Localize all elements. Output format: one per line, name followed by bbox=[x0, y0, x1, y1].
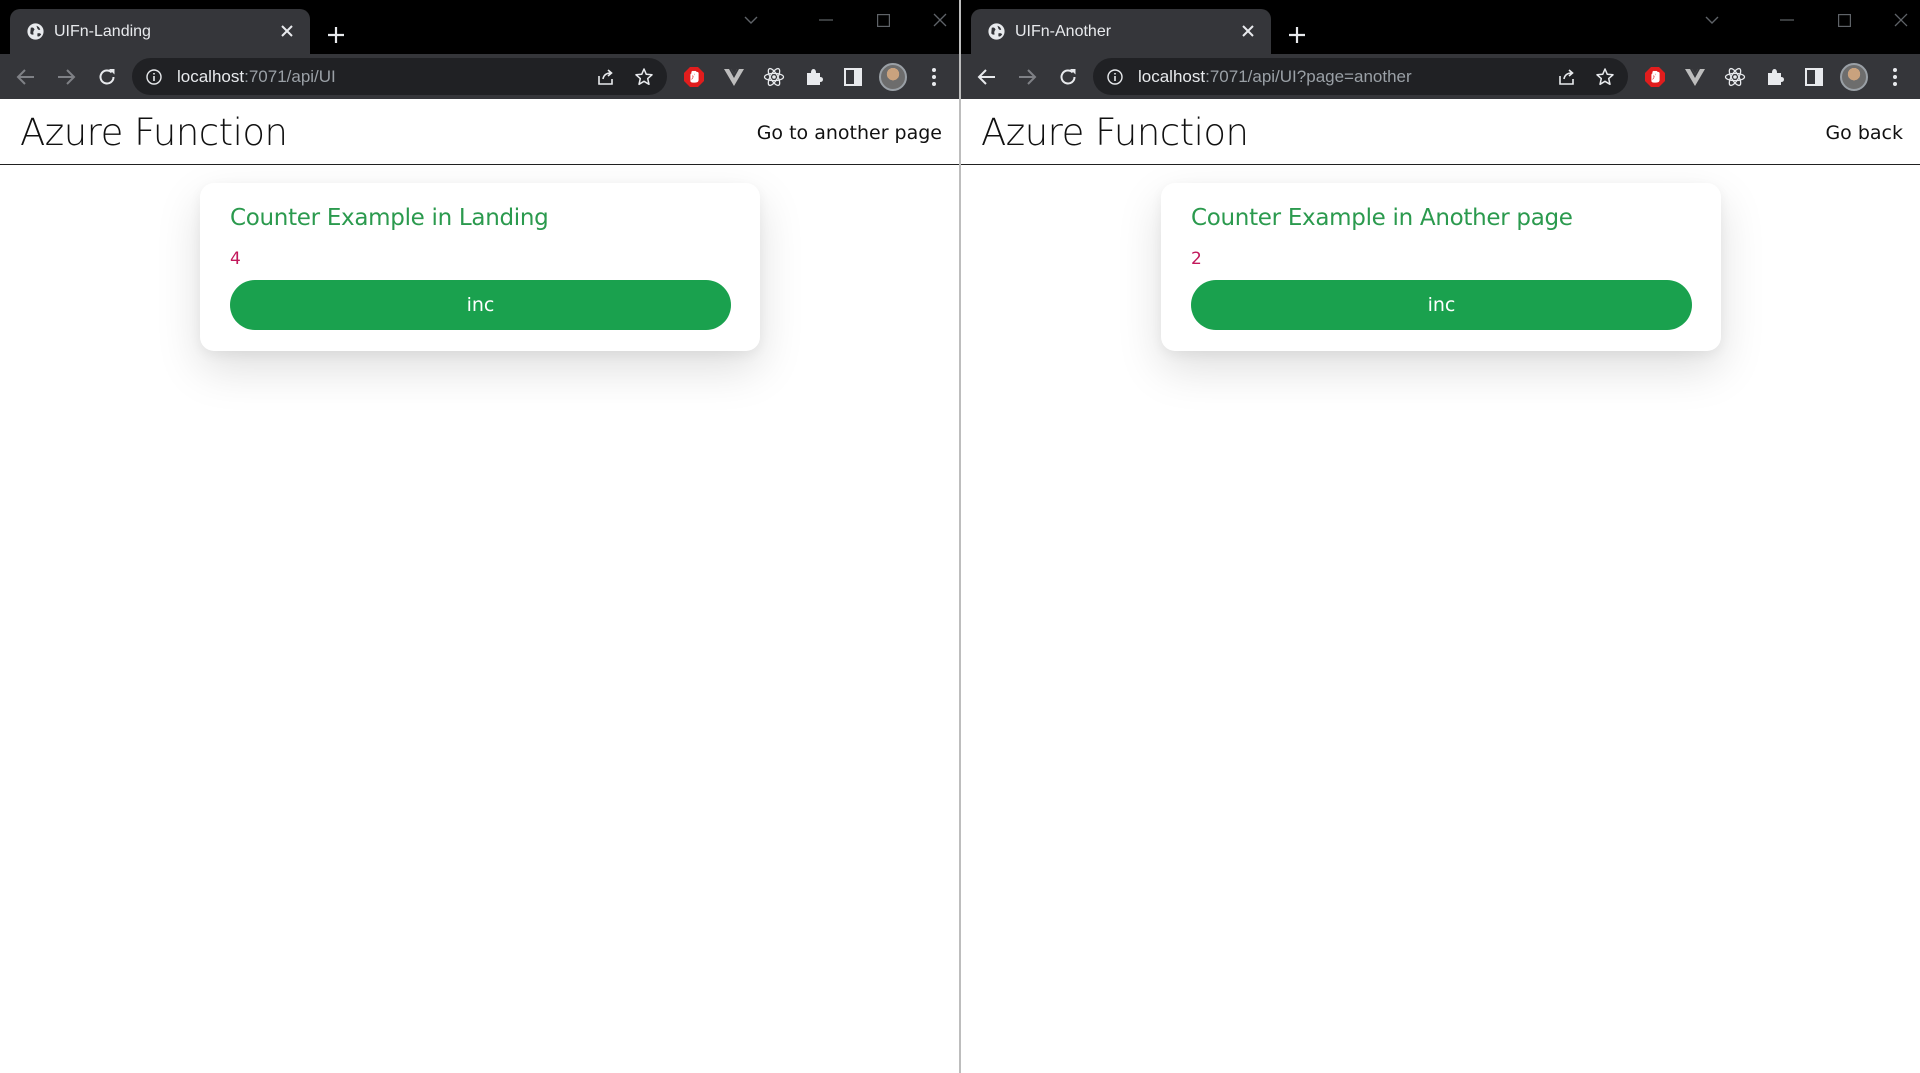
adblock-icon[interactable] bbox=[682, 65, 706, 89]
address-bar[interactable]: localhost:7071/api/UI?page=another bbox=[1093, 58, 1628, 95]
react-devtools-icon[interactable] bbox=[762, 65, 786, 89]
forward-icon[interactable] bbox=[1014, 64, 1040, 90]
inc-button[interactable]: inc bbox=[230, 280, 731, 330]
url-host: localhost bbox=[1138, 67, 1206, 86]
back-icon[interactable] bbox=[13, 64, 39, 90]
window-controls bbox=[1700, 0, 1920, 40]
counter-card: Counter Example in Another page 2 inc bbox=[1161, 183, 1721, 351]
vue-devtools-icon[interactable] bbox=[722, 65, 746, 89]
nav-link-go-back[interactable]: Go back bbox=[1825, 121, 1903, 145]
extensions-icon[interactable] bbox=[802, 65, 826, 89]
url-text[interactable]: localhost:7071/api/UI bbox=[177, 67, 336, 87]
page-content: Azure Function Go back Counter Example i… bbox=[961, 99, 1920, 1073]
card-title: Counter Example in Landing bbox=[230, 205, 549, 231]
window-controls bbox=[739, 0, 959, 40]
counter-value: 4 bbox=[230, 249, 241, 269]
app-header: Azure Function Go back bbox=[961, 99, 1920, 165]
page-title: Azure Function bbox=[981, 111, 1249, 154]
page-content: Azure Function Go to another page Counte… bbox=[0, 99, 959, 1073]
page-title: Azure Function bbox=[20, 111, 288, 154]
url-path: :7071/api/UI bbox=[244, 67, 336, 86]
browser-window-another: UIFn-Another localhost:7071/api/UI?page=… bbox=[961, 0, 1920, 1073]
close-icon[interactable] bbox=[276, 20, 298, 42]
star-icon[interactable] bbox=[633, 66, 655, 88]
extensions-icon[interactable] bbox=[1763, 65, 1787, 89]
vue-devtools-icon[interactable] bbox=[1683, 65, 1707, 89]
info-icon[interactable] bbox=[1106, 68, 1124, 86]
minimize-icon[interactable] bbox=[1775, 8, 1799, 32]
screen: UIFn-Landing localhost:7071/api/UI Azure… bbox=[0, 0, 1920, 1073]
minimize-icon[interactable] bbox=[814, 8, 838, 32]
browser-window-landing: UIFn-Landing localhost:7071/api/UI Azure… bbox=[0, 0, 959, 1073]
counter-card: Counter Example in Landing 4 inc bbox=[200, 183, 760, 351]
globe-icon bbox=[26, 22, 45, 41]
new-tab-icon[interactable] bbox=[321, 20, 351, 50]
reload-icon[interactable] bbox=[1055, 64, 1081, 90]
nav-link-another-page[interactable]: Go to another page bbox=[757, 121, 942, 145]
window-close-icon[interactable] bbox=[1889, 8, 1913, 32]
side-panel-icon[interactable] bbox=[1802, 65, 1826, 89]
menu-icon[interactable] bbox=[922, 65, 946, 89]
counter-value: 2 bbox=[1191, 249, 1202, 269]
profile-avatar[interactable] bbox=[879, 63, 907, 91]
globe-icon bbox=[987, 22, 1006, 41]
maximize-icon[interactable] bbox=[871, 8, 895, 32]
tab-another[interactable]: UIFn-Another bbox=[971, 9, 1271, 54]
adblock-icon[interactable] bbox=[1643, 65, 1667, 89]
back-icon[interactable] bbox=[974, 64, 1000, 90]
avatar bbox=[1840, 63, 1868, 91]
tab-landing[interactable]: UIFn-Landing bbox=[10, 9, 310, 54]
tab-title: UIFn-Another bbox=[1015, 23, 1112, 40]
url-text[interactable]: localhost:7071/api/UI?page=another bbox=[1138, 67, 1412, 87]
card-title: Counter Example in Another page bbox=[1191, 205, 1573, 231]
profile-avatar[interactable] bbox=[1840, 63, 1868, 91]
url-host: localhost bbox=[177, 67, 245, 86]
app-header: Azure Function Go to another page bbox=[0, 99, 959, 165]
menu-icon[interactable] bbox=[1883, 65, 1907, 89]
browser-toolbar: localhost:7071/api/UI bbox=[0, 54, 959, 99]
share-icon[interactable] bbox=[1556, 66, 1578, 88]
url-path: :7071/api/UI?page=another bbox=[1205, 67, 1412, 86]
react-devtools-icon[interactable] bbox=[1723, 65, 1747, 89]
browser-toolbar: localhost:7071/api/UI?page=another bbox=[961, 54, 1920, 99]
tab-strip: UIFn-Another bbox=[961, 0, 1920, 54]
star-icon[interactable] bbox=[1594, 66, 1616, 88]
share-icon[interactable] bbox=[595, 66, 617, 88]
tab-title: UIFn-Landing bbox=[54, 23, 151, 40]
inc-button[interactable]: inc bbox=[1191, 280, 1692, 330]
new-tab-icon[interactable] bbox=[1282, 20, 1312, 50]
window-close-icon[interactable] bbox=[928, 8, 952, 32]
address-bar[interactable]: localhost:7071/api/UI bbox=[132, 58, 667, 95]
avatar bbox=[879, 63, 907, 91]
tab-search-icon[interactable] bbox=[739, 8, 763, 32]
reload-icon[interactable] bbox=[94, 64, 120, 90]
maximize-icon[interactable] bbox=[1832, 8, 1856, 32]
close-icon[interactable] bbox=[1237, 20, 1259, 42]
forward-icon[interactable] bbox=[53, 64, 79, 90]
tab-strip: UIFn-Landing bbox=[0, 0, 959, 54]
side-panel-icon[interactable] bbox=[841, 65, 865, 89]
info-icon[interactable] bbox=[145, 68, 163, 86]
tab-search-icon[interactable] bbox=[1700, 8, 1724, 32]
